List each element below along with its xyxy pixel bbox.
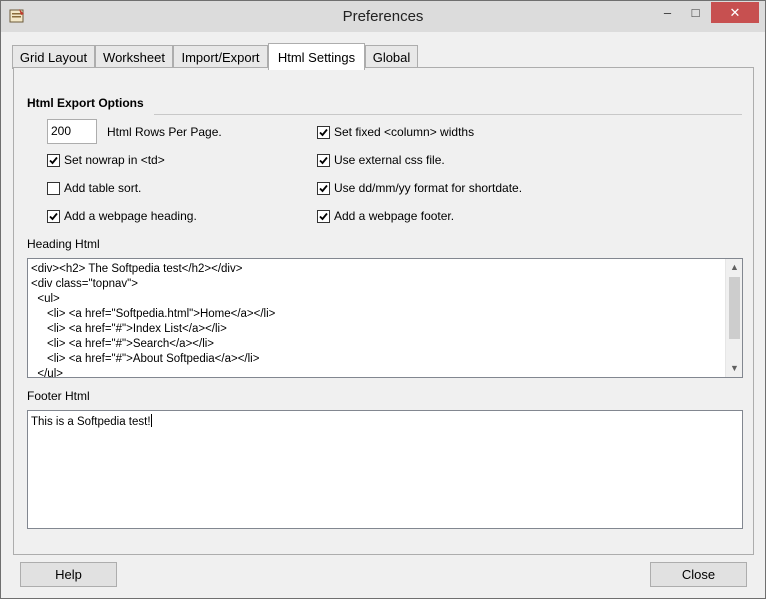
tab-import-export[interactable]: Import/Export [173, 45, 268, 69]
text-caret [150, 414, 152, 427]
short-date-format-label: Use dd/mm/yy format for shortdate. [334, 181, 523, 195]
rows-per-page-input[interactable]: 200 [47, 119, 97, 144]
preferences-window: Preferences – □ ✕ Grid Layout Worksheet … [0, 0, 766, 599]
title-bar[interactable]: Preferences – □ ✕ [1, 1, 765, 32]
heading-html-editor[interactable]: <div><h2> The Softpedia test</h2></div> <… [27, 258, 743, 378]
help-button[interactable]: Help [20, 562, 117, 587]
heading-scrollbar[interactable]: ▲ ▼ [725, 259, 742, 377]
close-button[interactable]: Close [650, 562, 747, 587]
heading-line: <li> <a href="#">About Softpedia</a></li… [31, 353, 260, 365]
section-title: Html Export Options [27, 96, 144, 110]
external-css-checkbox[interactable] [317, 154, 330, 167]
rows-per-page-label: Html Rows Per Page. [107, 125, 222, 139]
window-title: Preferences [342, 8, 424, 25]
tab-html-settings[interactable]: Html Settings [268, 43, 365, 70]
tab-global[interactable]: Global [365, 45, 418, 69]
table-sort-checkbox[interactable] [47, 182, 60, 195]
webpage-footer-label: Add a webpage footer. [334, 209, 455, 223]
maximize-button[interactable]: □ [682, 2, 709, 23]
footer-html-label: Footer Html [27, 389, 90, 403]
fixed-column-widths-checkbox[interactable] [317, 126, 330, 139]
heading-line: <ul> [31, 293, 60, 305]
scroll-up-icon[interactable]: ▲ [726, 259, 742, 276]
fixed-column-widths-label: Set fixed <column> widths [334, 125, 475, 139]
heading-line: </ul> [31, 368, 63, 378]
minimize-button[interactable]: – [654, 2, 681, 23]
webpage-footer-checkbox[interactable] [317, 210, 330, 223]
webpage-heading-checkbox[interactable] [47, 210, 60, 223]
external-css-label: Use external css file. [334, 153, 445, 167]
webpage-heading-label: Add a webpage heading. [64, 209, 197, 223]
heading-line: <li> <a href="#">Index List</a></li> [31, 323, 227, 335]
html-settings-panel: Html Export Options 200 Html Rows Per Pa… [13, 67, 754, 555]
footer-html-editor[interactable]: This is a Softpedia test! [27, 410, 743, 529]
tab-grid-layout[interactable]: Grid Layout [12, 45, 95, 69]
scroll-thumb[interactable] [729, 277, 740, 339]
nowrap-label: Set nowrap in <td> [64, 153, 165, 167]
footer-text: This is a Softpedia test! [31, 416, 151, 428]
heading-line: <div><h2> The Softpedia test</h2></div> [31, 263, 243, 275]
tab-worksheet[interactable]: Worksheet [95, 45, 173, 69]
table-sort-label: Add table sort. [64, 181, 142, 195]
scroll-down-icon[interactable]: ▼ [726, 360, 742, 377]
section-divider [154, 114, 742, 115]
close-window-button[interactable]: ✕ [711, 2, 759, 23]
heading-line: <div class="topnav"> [31, 278, 138, 290]
heading-line: <li> <a href="#">Search</a></li> [31, 338, 215, 350]
short-date-format-checkbox[interactable] [317, 182, 330, 195]
nowrap-checkbox[interactable] [47, 154, 60, 167]
heading-html-label: Heading Html [27, 237, 100, 251]
heading-line: <li> <a href="Softpedia.html">Home</a></… [31, 308, 276, 320]
